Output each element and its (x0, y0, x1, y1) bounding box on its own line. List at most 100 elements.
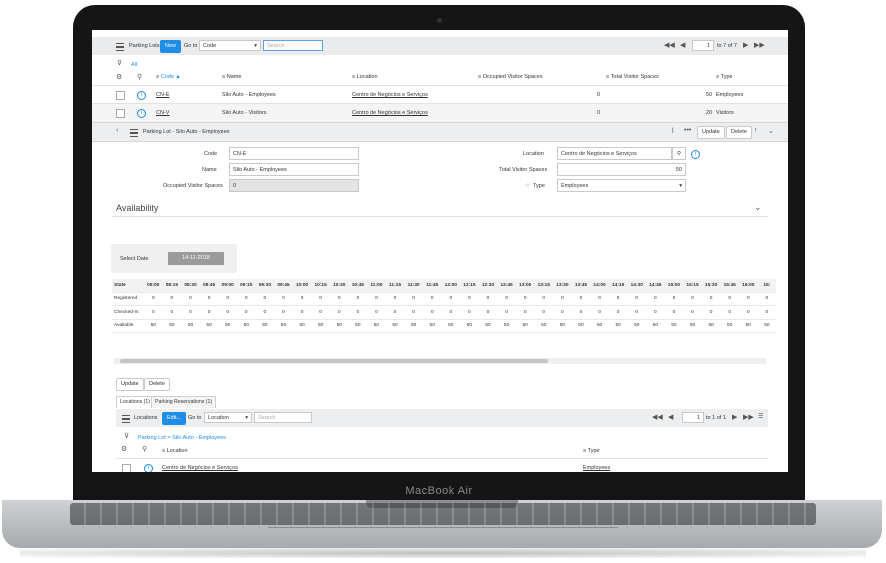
code-cell[interactable]: CN-V (156, 110, 169, 116)
related-goto-select[interactable]: Location ▾ (204, 412, 252, 423)
related-update-button[interactable]: Update (116, 378, 144, 391)
attachment-icon[interactable]: ⌇ (671, 127, 674, 135)
location-search-icon[interactable]: ⚲ (672, 147, 686, 160)
time-slot-header: 15:30 (701, 279, 721, 293)
availability-cell: 0 (292, 305, 312, 320)
filter-all-link[interactable]: All (131, 62, 137, 68)
related-breadcrumb[interactable]: Parking Lot = Silo Auto - Employees (138, 435, 226, 441)
tab-locations[interactable]: Locations (1) (116, 396, 154, 408)
name-field[interactable]: Silo Auto - Employees (229, 163, 359, 176)
availability-cell: 0 (701, 305, 721, 320)
total-field[interactable]: 50 (557, 163, 686, 176)
related-location-cell[interactable]: Centro de Negócios e Serviços (162, 465, 238, 471)
availability-cell: 0 (627, 292, 647, 306)
related-info-icon[interactable]: i (144, 464, 153, 472)
related-next-page-icon[interactable]: ▶ (732, 413, 737, 421)
page-input[interactable]: 1 (692, 40, 714, 51)
info-icon[interactable]: i (137, 91, 146, 100)
options-icon[interactable]: ☰ (758, 413, 763, 420)
time-slot-header: 11:00 (367, 279, 386, 293)
availability-cell: 0 (348, 292, 368, 306)
info-icon[interactable]: i (137, 109, 146, 118)
availability-cell: 0 (553, 292, 572, 306)
time-slot-header: 10:30 (329, 279, 349, 293)
type-select[interactable]: Employees ▾ (557, 179, 686, 192)
location-cell[interactable]: Centro de Negócios e Serviços (352, 92, 428, 98)
location-field[interactable]: Centro de Negócios e Serviços (557, 147, 672, 160)
related-last-page-icon[interactable]: ▶▶ (743, 413, 754, 421)
time-slot-header: 11:30 (404, 279, 423, 293)
up-arrow-icon[interactable]: ↑ (754, 127, 758, 134)
related-filter-icon[interactable]: ⊽ (124, 432, 129, 440)
location-label: Location (523, 151, 544, 157)
date-input[interactable]: 14-11-2018 (168, 252, 224, 265)
back-icon[interactable]: ‹ (116, 127, 118, 134)
type-label: Type (533, 183, 545, 189)
availability-cell: 0 (515, 305, 535, 320)
availability-row-label: Registered (112, 292, 144, 306)
related-search-input[interactable]: Search (254, 412, 312, 423)
availability-cell: 0 (162, 305, 182, 320)
related-search-icon[interactable]: ⚲ (142, 445, 147, 453)
related-menu-icon[interactable] (122, 415, 130, 423)
availability-cell: 0 (292, 292, 312, 306)
form-menu-icon[interactable] (130, 129, 138, 137)
row-checkbox[interactable] (116, 91, 125, 100)
prev-page-icon[interactable]: ◀ (680, 41, 685, 49)
availability-cell: 0 (348, 305, 368, 320)
related-page-input[interactable]: 1 (682, 412, 704, 423)
related-delete-button[interactable]: Delete (144, 378, 170, 391)
availability-cell: 50 (701, 319, 721, 333)
form-header: ‹ Parking Lot - Silo Auto - Employees ⌇ … (92, 122, 788, 142)
availability-cell: 0 (311, 292, 330, 306)
search-icon[interactable]: ⚲ (137, 73, 142, 81)
last-page-icon[interactable]: ▶▶ (754, 41, 765, 49)
table-row[interactable]: i CN-V Silo Auto - Visitors Centro de Ne… (92, 103, 788, 122)
location-cell[interactable]: Centro de Negócios e Serviços (352, 110, 428, 116)
related-list-title: Locations (134, 415, 158, 421)
code-field[interactable]: CN-E (229, 147, 359, 160)
availability-cell: 50 (590, 319, 609, 333)
code-cell[interactable]: CN-E (156, 92, 169, 98)
availability-cell: 50 (144, 319, 163, 333)
scrollbar-thumb[interactable] (120, 359, 548, 363)
collapse-chevron-icon[interactable]: ⌄ (754, 202, 762, 213)
form-update-button[interactable]: Update (697, 126, 725, 139)
time-slot-header: 08:00 (144, 279, 163, 293)
down-arrow-icon[interactable]: ⌄ (768, 127, 774, 135)
more-options-icon[interactable]: ••• (684, 127, 691, 134)
related-first-page-icon[interactable]: ◀◀ (652, 413, 663, 421)
availability-table: State 08:00 08:15 08:30 08:45 09:00 09:15 09:30… (112, 279, 777, 333)
table-row[interactable]: i CN-E Silo Auto - Employees Centro de N… (92, 85, 788, 104)
total-cell: 50 (706, 92, 713, 98)
availability-cell: 0 (329, 305, 349, 320)
new-button[interactable]: New (160, 40, 182, 53)
gear-icon[interactable]: ⚙ (116, 73, 122, 81)
row-checkbox[interactable] (116, 109, 125, 118)
availability-cell: 0 (590, 305, 609, 320)
related-gear-icon[interactable]: ⚙ (121, 445, 127, 453)
date-picker-card: Select Date 14-11-2018 (111, 244, 237, 273)
related-row-checkbox[interactable] (122, 464, 131, 472)
goto-field-select[interactable]: Code ▾ (199, 40, 261, 51)
availability-cell: 50 (553, 319, 572, 333)
filter-icon[interactable]: ⊽ (117, 59, 122, 67)
availability-cell: 50 (199, 319, 219, 333)
form-title: Parking Lot - Silo Auto - Employees (143, 129, 230, 135)
related-type-cell[interactable]: Employees (583, 465, 610, 471)
tab-parking-reservations[interactable]: Parking Reservations (1) (151, 396, 217, 408)
availability-cell: 0 (422, 292, 442, 306)
related-table-row[interactable]: i Centro de Negócios e Serviços Employee… (116, 458, 768, 472)
related-prev-page-icon[interactable]: ◀ (668, 413, 673, 421)
next-page-icon[interactable]: ▶ (743, 41, 748, 49)
availability-cell: 0 (274, 305, 293, 320)
edit-button[interactable]: Edit... (162, 412, 187, 425)
search-input[interactable]: Search (263, 40, 323, 51)
first-page-icon[interactable]: ◀◀ (664, 41, 675, 49)
form-delete-button[interactable]: Delete (726, 126, 752, 139)
time-slot-header: 10:15 (311, 279, 330, 293)
occupied-label: Occupied Visitor Spaces (163, 183, 223, 189)
menu-icon[interactable] (116, 43, 124, 51)
location-info-icon[interactable]: i (691, 150, 700, 159)
time-slot-header: 12:15 (460, 279, 479, 293)
